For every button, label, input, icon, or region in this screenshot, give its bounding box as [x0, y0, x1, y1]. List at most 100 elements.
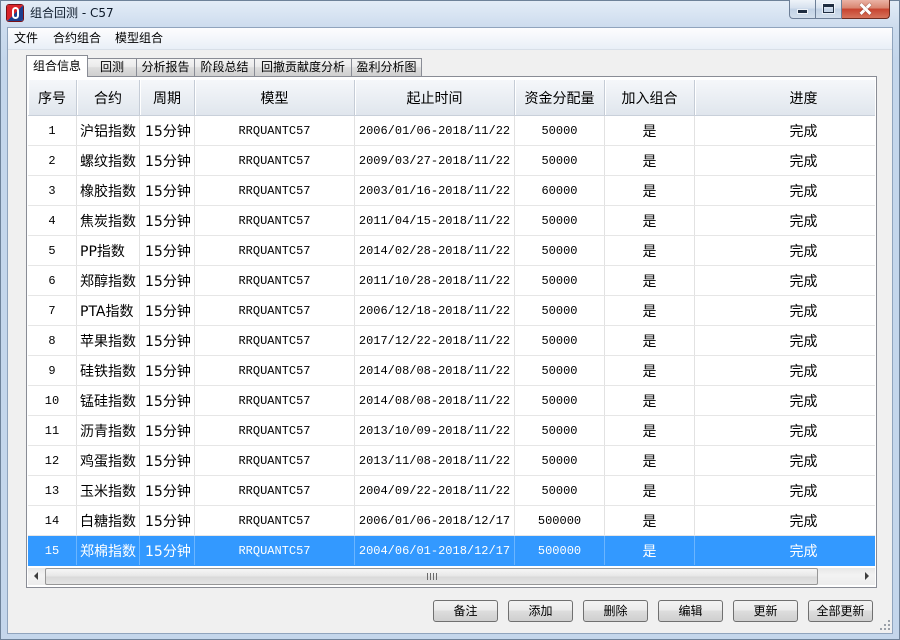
- scroll-left-button[interactable]: [28, 568, 45, 585]
- cell-capital: 50000: [515, 446, 605, 475]
- cell-contract: 锰硅指数: [77, 386, 140, 415]
- arrow-right-icon: [865, 572, 869, 580]
- tab-profit-chart[interactable]: 盈利分析图: [352, 58, 422, 76]
- delete-button[interactable]: 删除: [583, 600, 648, 622]
- scroll-right-button[interactable]: [858, 568, 875, 585]
- menu-bar: 文件 合约组合 模型组合: [8, 28, 892, 50]
- cell-progress: 完成: [695, 146, 875, 175]
- cell-period: 15分钟: [140, 326, 195, 355]
- table-row[interactable]: 15 郑棉指数 15分钟 RRQUANTC57 2004/06/01-2018/12/1…: [28, 536, 875, 566]
- column-header-progress[interactable]: 进度: [695, 80, 875, 115]
- tab-portfolio-info[interactable]: 组合信息: [26, 55, 88, 77]
- table-row[interactable]: 3 橡胶指数 15分钟 RRQUANTC57 2003/01/16-2018/11/22…: [28, 176, 875, 206]
- cell-in-portfolio: 是: [605, 446, 695, 475]
- table-row[interactable]: 13 玉米指数 15分钟 RRQUANTC57 2004/09/22-2018/11/2…: [28, 476, 875, 506]
- cell-progress: 完成: [695, 356, 875, 385]
- cell-period: 15分钟: [140, 116, 195, 145]
- close-icon: [859, 3, 871, 15]
- cell-index: 4: [28, 206, 77, 235]
- column-header-index[interactable]: 序号: [28, 80, 77, 115]
- cell-index: 7: [28, 296, 77, 325]
- cell-date-range: 2003/01/16-2018/11/22: [355, 176, 515, 205]
- horizontal-scrollbar[interactable]: [28, 568, 875, 585]
- update-button[interactable]: 更新: [733, 600, 798, 622]
- table-row[interactable]: 10 锰硅指数 15分钟 RRQUANTC57 2014/08/08-2018/11/2…: [28, 386, 875, 416]
- maximize-button[interactable]: [816, 0, 842, 19]
- note-button[interactable]: 备注: [433, 600, 498, 622]
- cell-contract: 沪铝指数: [77, 116, 140, 145]
- cell-period: 15分钟: [140, 266, 195, 295]
- cell-index: 8: [28, 326, 77, 355]
- title-bar[interactable]: 组合回测 - C57: [0, 0, 900, 27]
- scrollbar-thumb[interactable]: [45, 568, 818, 585]
- tab-backtest[interactable]: 回测: [88, 58, 137, 76]
- column-header-contract[interactable]: 合约: [77, 80, 140, 115]
- cell-date-range: 2009/03/27-2018/11/22: [355, 146, 515, 175]
- cell-index: 2: [28, 146, 77, 175]
- menu-file[interactable]: 文件: [8, 28, 44, 49]
- cell-model: RRQUANTC57: [195, 356, 355, 385]
- edit-button[interactable]: 编辑: [658, 600, 723, 622]
- table-row[interactable]: 12 鸡蛋指数 15分钟 RRQUANTC57 2013/11/08-2018/11/2…: [28, 446, 875, 476]
- cell-index: 15: [28, 536, 77, 565]
- cell-model: RRQUANTC57: [195, 416, 355, 445]
- cell-date-range: 2004/09/22-2018/11/22: [355, 476, 515, 505]
- cell-capital: 500000: [515, 506, 605, 535]
- app-icon[interactable]: [7, 5, 23, 21]
- cell-period: 15分钟: [140, 296, 195, 325]
- cell-contract: 焦炭指数: [77, 206, 140, 235]
- cell-index: 10: [28, 386, 77, 415]
- cell-period: 15分钟: [140, 446, 195, 475]
- table-row[interactable]: 6 郑醇指数 15分钟 RRQUANTC57 2011/10/28-2018/11/22…: [28, 266, 875, 296]
- table-row[interactable]: 8 苹果指数 15分钟 RRQUANTC57 2017/12/22-2018/11/22…: [28, 326, 875, 356]
- cell-in-portfolio: 是: [605, 476, 695, 505]
- cell-date-range: 2014/08/08-2018/11/22: [355, 356, 515, 385]
- column-header-date-range[interactable]: 起止时间: [355, 80, 515, 115]
- cell-in-portfolio: 是: [605, 176, 695, 205]
- cell-contract: 鸡蛋指数: [77, 446, 140, 475]
- update-all-button[interactable]: 全部更新: [808, 600, 873, 622]
- cell-index: 14: [28, 506, 77, 535]
- table-row[interactable]: 11 沥青指数 15分钟 RRQUANTC57 2013/10/09-2018/11/2…: [28, 416, 875, 446]
- cell-progress: 完成: [695, 536, 875, 565]
- table-row[interactable]: 9 硅铁指数 15分钟 RRQUANTC57 2014/08/08-2018/11/22…: [28, 356, 875, 386]
- tab-analysis-report[interactable]: 分析报告: [137, 58, 195, 76]
- tab-drawdown-contribution[interactable]: 回撤贡献度分析: [255, 58, 352, 76]
- column-header-in-portfolio[interactable]: 加入组合: [605, 80, 695, 115]
- cell-model: RRQUANTC57: [195, 116, 355, 145]
- portfolio-table[interactable]: 序号 合约 周期 模型 起止时间 资金分配量 加入组合 进度 1 沪铝指数 15分钟…: [28, 80, 875, 585]
- thumb-grip-icon: [427, 573, 428, 580]
- arrow-left-icon: [34, 572, 38, 580]
- cell-model: RRQUANTC57: [195, 146, 355, 175]
- resize-grip-icon[interactable]: [888, 620, 890, 622]
- cell-contract: 白糖指数: [77, 506, 140, 535]
- menu-contract-portfolio[interactable]: 合约组合: [47, 28, 107, 49]
- cell-index: 12: [28, 446, 77, 475]
- close-button[interactable]: [842, 0, 890, 19]
- cell-in-portfolio: 是: [605, 296, 695, 325]
- cell-capital: 50000: [515, 386, 605, 415]
- cell-model: RRQUANTC57: [195, 386, 355, 415]
- tab-stage-summary[interactable]: 阶段总结: [195, 58, 255, 76]
- cell-capital: 50000: [515, 356, 605, 385]
- cell-date-range: 2006/01/06-2018/12/17: [355, 506, 515, 535]
- cell-in-portfolio: 是: [605, 146, 695, 175]
- table-row[interactable]: 14 白糖指数 15分钟 RRQUANTC57 2006/01/06-2018/12/1…: [28, 506, 875, 536]
- cell-contract: 沥青指数: [77, 416, 140, 445]
- minimize-button[interactable]: [789, 0, 816, 19]
- cell-index: 1: [28, 116, 77, 145]
- cell-model: RRQUANTC57: [195, 326, 355, 355]
- menu-model-portfolio[interactable]: 模型组合: [109, 28, 169, 49]
- column-header-period[interactable]: 周期: [140, 80, 195, 115]
- table-row[interactable]: 5 PP指数 15分钟 RRQUANTC57 2014/02/28-2018/11/22…: [28, 236, 875, 266]
- cell-date-range: 2004/06/01-2018/12/17: [355, 536, 515, 565]
- table-row[interactable]: 4 焦炭指数 15分钟 RRQUANTC57 2011/04/15-2018/11/22…: [28, 206, 875, 236]
- column-header-capital[interactable]: 资金分配量: [515, 80, 605, 115]
- minimize-icon: [798, 10, 807, 13]
- column-header-model[interactable]: 模型: [195, 80, 355, 115]
- add-button[interactable]: 添加: [508, 600, 573, 622]
- table-row[interactable]: 7 PTA指数 15分钟 RRQUANTC57 2006/12/18-2018/11/2…: [28, 296, 875, 326]
- table-row[interactable]: 1 沪铝指数 15分钟 RRQUANTC57 2006/01/06-2018/11/22…: [28, 116, 875, 146]
- table-row[interactable]: 2 螺纹指数 15分钟 RRQUANTC57 2009/03/27-2018/11/22…: [28, 146, 875, 176]
- cell-progress: 完成: [695, 416, 875, 445]
